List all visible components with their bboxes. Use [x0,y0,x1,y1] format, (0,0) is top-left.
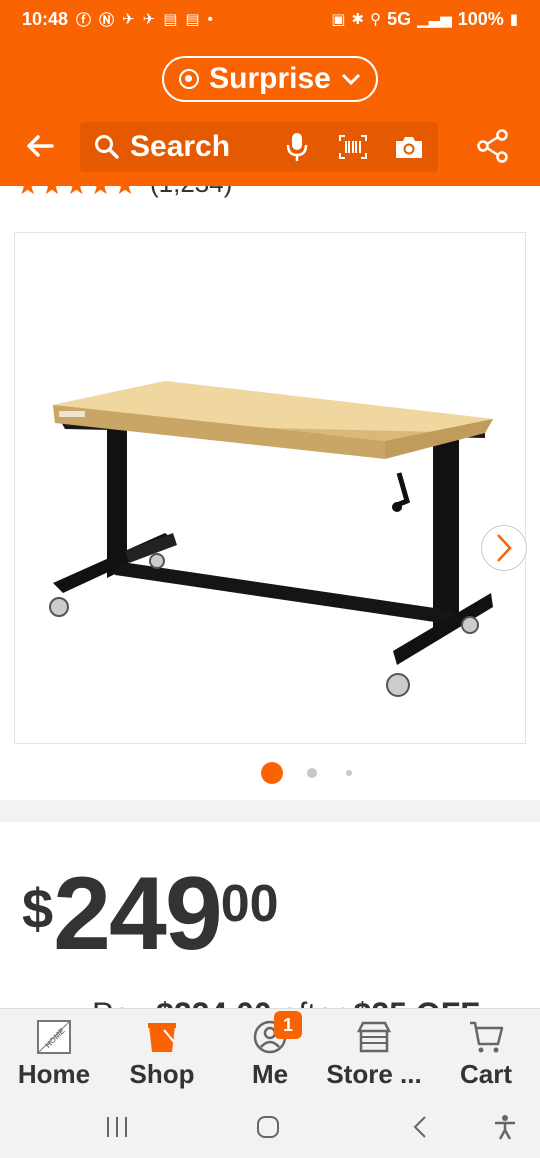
home-button-icon[interactable] [251,1110,285,1144]
store-name: Surprise [209,62,331,95]
nav-home-label: Home [17,1059,91,1089]
shop-bucket-icon [142,1017,182,1057]
status-time: 10:48 [22,8,69,29]
back-arrow-icon[interactable] [24,128,56,164]
battery-icon: ▮ [509,11,518,28]
cart-icon [466,1017,506,1057]
carousel-indicator [0,762,540,784]
product-page-content: ★★★★★ (1,234) [0,186,540,1008]
product-image[interactable] [14,232,527,744]
price-currency: $ [22,877,54,940]
nav-store[interactable]: Store ... [322,1017,426,1093]
microphone-icon[interactable] [282,132,312,162]
promo-price: $224.00 [156,996,272,1008]
nav-shop[interactable]: Shop [126,1017,198,1093]
carousel-dot-3[interactable] [346,770,352,776]
carousel-dot-2[interactable] [307,768,317,778]
nav-home[interactable]: HOME Home [16,1017,92,1093]
promo-text-pay: Pay [92,996,156,1008]
send-notification-icon: ✈ [122,11,135,28]
promo-text: Pay $224.00 after $25 OFF [92,996,480,1008]
pricing-card: $ 249 00 Pay $224.00 after $25 OFF [0,822,540,1008]
app-notification-icon: Ⓝ [99,11,115,29]
network-type: 5G [387,8,412,29]
share-icon[interactable] [476,128,510,164]
send-notification-icon-2: ✈ [142,11,156,28]
search-icon [94,134,120,160]
product-price: $ 249 00 [22,862,279,966]
nav-store-label: Store ... [326,1059,422,1089]
nav-cart[interactable]: Cart [454,1017,518,1093]
recent-apps-icon[interactable] [100,1110,134,1144]
app-header: Surprise Search [0,38,540,186]
product-media-card: ★★★★★ (1,234) [0,186,540,800]
bluetooth-icon: ✱ [351,11,365,28]
price-cents: 00 [220,875,279,933]
search-input[interactable]: Search [80,122,438,172]
me-notification-badge: 1 [274,1011,302,1039]
chevron-right-icon [497,534,512,562]
nav-cart-label: Cart [459,1059,512,1089]
system-back-icon[interactable] [403,1110,437,1144]
promo-discount: $25 OFF [354,996,480,1008]
bottom-nav: HOME Home Shop 1 Me Store ... Cart [0,1008,540,1094]
news-notification-icon-2: ▤ [185,11,200,28]
location-icon: ⚲ [370,11,382,28]
chevron-down-icon [341,69,361,92]
status-bar: 10:48 ⓕ Ⓝ ✈ ✈ ▤ ▤ • ▣ ✱ ⚲ 5G ▁▃▅ 100% ▮ [0,0,540,38]
news-notification-icon: ▤ [163,11,178,28]
price-dollars: 249 [53,856,223,972]
system-nav-bar [0,1094,540,1158]
person-icon: 1 [250,1011,302,1057]
store-selector-button[interactable]: Surprise [162,56,378,102]
rating-stars: ★★★★★ [16,186,138,201]
signal-icon: ▁▃▅ [417,11,452,28]
battery-percent: 100% [457,8,504,29]
facebook-notification-icon: ⓕ [76,11,92,29]
location-target-icon [179,69,200,89]
review-count[interactable]: (1,234) [150,186,232,199]
nav-shop-label: Shop [129,1059,195,1089]
accessibility-icon[interactable] [488,1110,522,1144]
home-depot-logo-icon: HOME [34,1017,74,1057]
nav-me-label: Me [251,1059,289,1089]
store-icon [354,1017,394,1057]
search-placeholder: Search [130,130,231,163]
promo-text-after: after [272,996,354,1008]
nfc-icon: ▣ [331,11,346,28]
carousel-dot-1[interactable] [261,762,283,784]
barcode-scan-icon[interactable] [338,132,368,162]
camera-icon[interactable] [394,132,424,162]
more-notifications-dot-icon: • [207,10,213,28]
nav-me[interactable]: 1 Me [244,1011,302,1093]
carousel-next-button[interactable] [481,525,527,571]
workbench-illustration [49,381,493,697]
